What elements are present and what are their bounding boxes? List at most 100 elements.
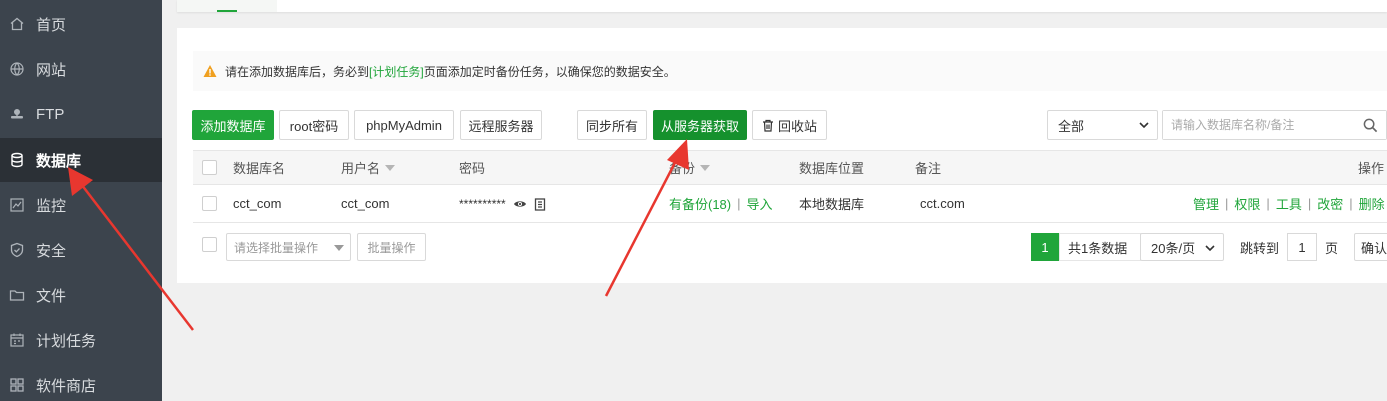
cell-backup: 有备份(18) | 导入 — [669, 185, 773, 222]
top-tab-bar — [177, 0, 1387, 12]
header-location: 数据库位置 — [799, 161, 865, 176]
permission-link[interactable]: 权限 — [1234, 194, 1260, 213]
trash-icon — [762, 119, 774, 132]
sidebar-item-label: 软件商店 — [36, 377, 97, 395]
database-panel: 请在添加数据库后，务必到 [计划任务] 页面添加定时备份任务，以确保您的数据安全… — [177, 28, 1387, 283]
apps-icon — [8, 376, 26, 394]
sidebar-item-label: FTP — [36, 105, 65, 123]
row-select-cell — [202, 185, 217, 222]
sidebar-item-label: 首页 — [36, 16, 67, 34]
password-masked: ********** — [459, 196, 506, 211]
batch-operation-placeholder: 请选择批量操作 — [234, 240, 319, 255]
sidebar-item-cron[interactable]: 计划任务 — [0, 318, 162, 362]
sidebar-item-label: 监控 — [36, 197, 67, 215]
warning-icon — [203, 65, 217, 77]
header-username[interactable]: 用户名 — [341, 151, 396, 184]
db-search-input[interactable] — [1163, 111, 1386, 139]
header-password: 密码 — [459, 161, 486, 176]
header-note: 备注 — [915, 161, 942, 176]
footer-select-all — [202, 237, 217, 252]
cell-actions: 管理 | 权限 | 工具 | 改密 | 删除 — [1193, 185, 1385, 222]
sidebar-item-label: 文件 — [36, 287, 67, 305]
footer-checkbox[interactable] — [202, 237, 217, 252]
sort-icon — [700, 164, 711, 171]
shield-icon — [8, 241, 26, 259]
fetch-from-server-button[interactable]: 从服务器获取 — [653, 110, 747, 140]
backup-notice: 请在添加数据库后，务必到 [计划任务] 页面添加定时备份任务，以确保您的数据安全… — [193, 51, 1387, 91]
separator: | — [1266, 196, 1270, 211]
eye-icon[interactable] — [513, 199, 527, 209]
jump-confirm-button[interactable]: 确认 — [1354, 233, 1387, 261]
search-icon[interactable] — [1363, 118, 1378, 133]
sidebar-item-database[interactable]: 数据库 — [0, 138, 162, 182]
import-link[interactable]: 导入 — [747, 194, 773, 213]
monitor-icon — [8, 196, 26, 214]
sidebar-item-security[interactable]: 安全 — [0, 228, 162, 272]
db-filter-select[interactable]: 全部 — [1047, 110, 1158, 140]
batch-operation-select[interactable]: 请选择批量操作 — [226, 233, 351, 261]
tab-active-indicator — [217, 10, 237, 12]
cell-username: cct_com — [341, 196, 390, 211]
ftp-icon — [8, 105, 26, 123]
header-backup-label: 备份 — [669, 161, 696, 176]
sidebar-item-label: 安全 — [36, 242, 67, 260]
header-username-label: 用户名 — [341, 161, 381, 176]
sidebar-item-app-store[interactable]: 软件商店 — [0, 363, 162, 401]
chevron-down-icon — [1139, 122, 1149, 129]
select-all-cell — [202, 151, 217, 184]
sidebar-item-website[interactable]: 网站 — [0, 47, 162, 91]
calendar-icon — [8, 331, 26, 349]
page-current[interactable]: 1 — [1031, 233, 1059, 261]
sort-icon — [385, 164, 396, 171]
recycle-bin-button[interactable]: 回收站 — [752, 110, 827, 140]
header-actions: 操作 — [1358, 161, 1385, 176]
db-filter-value: 全部 — [1058, 118, 1085, 134]
sidebar-item-files[interactable]: 文件 — [0, 273, 162, 317]
sync-all-button[interactable]: 同步所有 — [577, 110, 647, 140]
sidebar-item-monitor[interactable]: 监控 — [0, 183, 162, 227]
notice-text-after: 页面添加定时备份任务，以确保您的数据安全。 — [423, 64, 676, 79]
separator: | — [1349, 196, 1353, 211]
jump-page-input[interactable]: 1 — [1287, 233, 1317, 261]
delete-link[interactable]: 删除 — [1359, 194, 1385, 213]
database-icon — [8, 151, 26, 169]
table-header: 数据库名 用户名 密码 备份 数据库位置 备注 操作 — [193, 150, 1387, 185]
remote-server-button[interactable]: 远程服务器 — [460, 110, 542, 140]
sidebar-item-label: 计划任务 — [36, 332, 97, 350]
row-checkbox[interactable] — [202, 196, 217, 211]
notice-cron-link[interactable]: [计划任务] — [369, 63, 424, 80]
tools-link[interactable]: 工具 — [1276, 194, 1302, 213]
chevron-down-icon — [1205, 245, 1215, 252]
copy-icon[interactable] — [534, 197, 546, 211]
header-name: 数据库名 — [233, 161, 286, 176]
sidebar-item-home[interactable]: 首页 — [0, 2, 162, 46]
table-row: cct_com cct_com ********** 有备份(18) | 导入 … — [193, 185, 1387, 223]
manage-link[interactable]: 管理 — [1193, 194, 1219, 213]
root-password-button[interactable]: root密码 — [279, 110, 349, 140]
caret-down-icon — [334, 245, 344, 251]
page-unit: 页 — [1325, 240, 1339, 256]
sidebar-item-label: 数据库 — [36, 152, 82, 170]
header-backup[interactable]: 备份 — [669, 151, 711, 184]
folder-icon — [8, 286, 26, 304]
sidebar-item-ftp[interactable]: FTP — [0, 92, 162, 136]
separator: | — [1225, 196, 1229, 211]
batch-operation-button[interactable]: 批量操作 — [357, 233, 426, 261]
backup-link[interactable]: 有备份(18) — [669, 194, 731, 213]
page-size-select[interactable]: 20条/页 — [1140, 233, 1224, 261]
select-all-checkbox[interactable] — [202, 160, 217, 175]
add-database-button[interactable]: 添加数据库 — [192, 110, 274, 140]
total-count: 共1条数据 — [1059, 233, 1141, 261]
cell-note[interactable]: cct.com — [920, 185, 965, 222]
db-search — [1162, 110, 1387, 140]
globe-icon — [8, 60, 26, 78]
cell-password: ********** — [459, 185, 546, 222]
sidebar: 首页 网站 FTP 数据库 监控 安全 文件 计划任务 软件商店 — [0, 0, 162, 401]
tab-mysql[interactable] — [177, 0, 277, 12]
phpmyadmin-button[interactable]: phpMyAdmin — [354, 110, 454, 140]
change-password-link[interactable]: 改密 — [1317, 194, 1343, 213]
cell-db-name: cct_com — [233, 196, 282, 211]
notice-text-before: 请在添加数据库后，务必到 — [225, 64, 370, 79]
home-icon — [8, 15, 26, 33]
sidebar-item-label: 网站 — [36, 61, 67, 79]
